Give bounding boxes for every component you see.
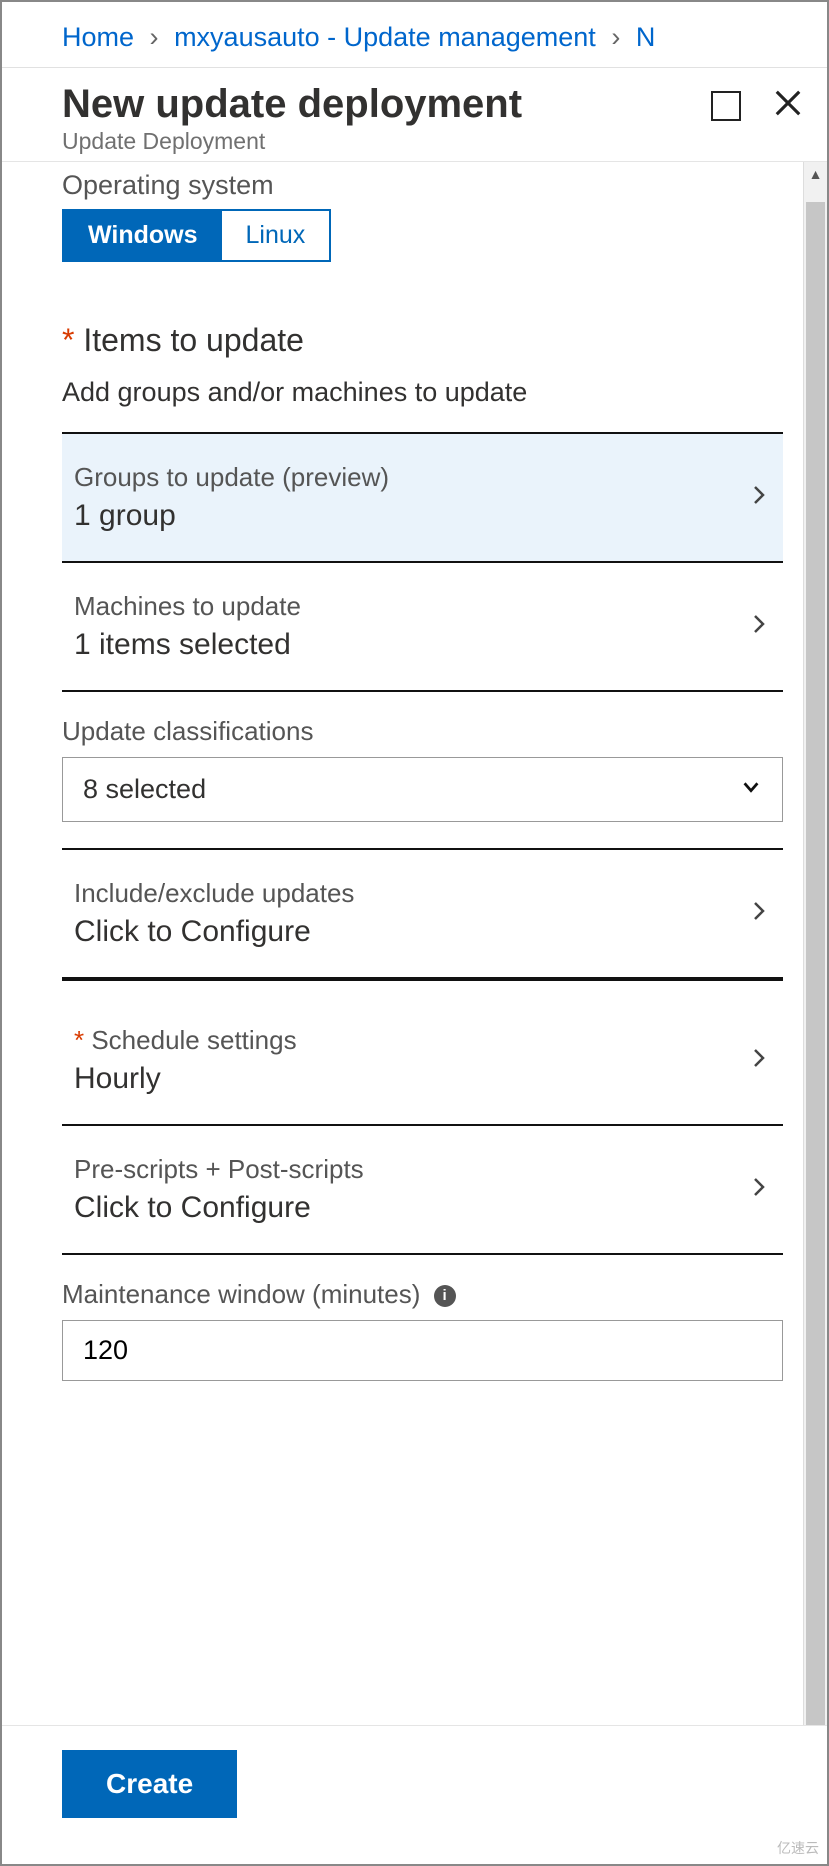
scrollbar-thumb[interactable] [806, 202, 825, 1816]
machines-label: Machines to update [74, 591, 301, 622]
chevron-right-icon [747, 483, 771, 512]
page-subtitle: Update Deployment [62, 128, 711, 155]
include-exclude-value: Click to Configure [74, 915, 354, 949]
classifications-label: Update classifications [62, 716, 783, 747]
maintenance-label: Maintenance window (minutes) i [62, 1279, 783, 1310]
breadcrumb-home[interactable]: Home [62, 22, 134, 52]
include-exclude-row[interactable]: Include/exclude updates Click to Configu… [62, 850, 783, 979]
os-toggle-windows[interactable]: Windows [64, 211, 222, 260]
groups-value: 1 group [74, 499, 389, 533]
breadcrumb: Home › mxyausauto - Update management › … [2, 2, 827, 68]
breadcrumb-current: N [636, 22, 656, 52]
machines-to-update-row[interactable]: Machines to update 1 items selected [62, 563, 783, 692]
scripts-label: Pre-scripts + Post-scripts [74, 1154, 364, 1185]
chevron-right-icon [747, 899, 771, 928]
machines-value: 1 items selected [74, 628, 301, 662]
footer: Create [2, 1725, 827, 1864]
classifications-dropdown[interactable]: 8 selected [62, 757, 783, 822]
include-exclude-label: Include/exclude updates [74, 878, 354, 909]
classifications-value: 8 selected [83, 774, 206, 805]
info-icon[interactable]: i [434, 1285, 456, 1307]
chevron-right-icon [747, 1175, 771, 1204]
os-label: Operating system [62, 170, 783, 201]
os-toggle: Windows Linux [62, 209, 331, 262]
chevron-right-icon [747, 612, 771, 641]
maintenance-input[interactable] [62, 1320, 783, 1381]
groups-label: Groups to update (preview) [74, 462, 389, 493]
items-to-update-title: Items to update [62, 322, 783, 359]
scripts-row[interactable]: Pre-scripts + Post-scripts Click to Conf… [62, 1126, 783, 1255]
schedule-label: Schedule settings [74, 1025, 297, 1056]
schedule-settings-row[interactable]: Schedule settings Hourly [62, 997, 783, 1126]
chevron-right-icon [747, 1046, 771, 1075]
chevron-down-icon [740, 774, 762, 805]
scrollbar[interactable]: ▲ ▼ [803, 162, 827, 1856]
scroll-up-icon[interactable]: ▲ [804, 166, 827, 182]
os-toggle-linux[interactable]: Linux [222, 211, 330, 260]
chevron-right-icon: › [611, 22, 620, 52]
form-body: Operating system Windows Linux Items to … [2, 162, 803, 1856]
groups-to-update-row[interactable]: Groups to update (preview) 1 group [62, 432, 783, 563]
watermark: 亿速云 [777, 1838, 819, 1858]
breadcrumb-resource[interactable]: mxyausauto - Update management [174, 22, 596, 52]
items-to-update-desc: Add groups and/or machines to update [62, 377, 783, 408]
chevron-right-icon: › [150, 22, 159, 52]
schedule-value: Hourly [74, 1062, 297, 1096]
close-icon[interactable] [773, 88, 803, 123]
maximize-icon[interactable] [711, 91, 741, 121]
blade-header: New update deployment Update Deployment [2, 68, 827, 162]
page-title: New update deployment [62, 82, 711, 126]
create-button[interactable]: Create [62, 1750, 237, 1818]
scripts-value: Click to Configure [74, 1191, 364, 1225]
